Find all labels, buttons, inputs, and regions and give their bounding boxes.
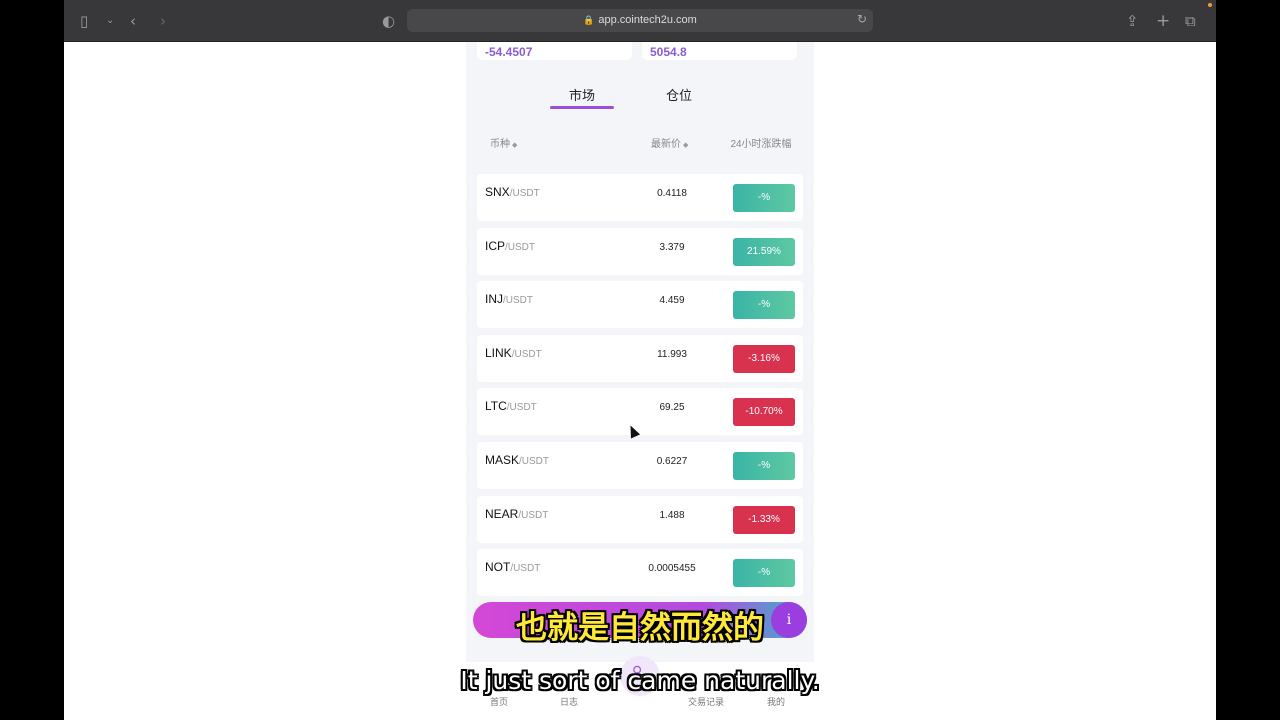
symbol-text: NOT [485,560,511,575]
reload-icon[interactable]: ↻ [857,12,867,26]
change-badge[interactable]: -% [733,559,795,588]
forward-icon[interactable]: › [160,11,166,31]
quote-currency: /USDT [519,456,550,467]
market-row[interactable]: LINK/USDT 11.993 -3.16% [477,334,803,382]
change-badge[interactable]: -10.70% [733,398,795,427]
market-row[interactable]: LTC/USDT 69.25 -10.70% [477,388,803,436]
last-price: 69.25 [659,402,685,414]
symbol-text: LTC [485,399,507,414]
symbol-text: SNX [485,185,510,199]
tab-bar: 市场 仓位 [466,82,814,112]
symbol-text: INJ [485,292,503,307]
coin-symbol: ICP/USDT [485,239,535,253]
quote-currency: /USDT [518,509,549,521]
market-row[interactable]: SNX/USDT 0.4118 -% [477,174,803,221]
summary-right-value: 5054.8 [650,45,687,59]
tab-position[interactable]: 仓位 [666,85,692,104]
quote-currency: /USDT [503,295,533,307]
lock-icon: 🔒 [583,15,595,25]
sort-icon: ◆ [683,142,689,149]
symbol-text: ICP [485,238,506,253]
nav-mine[interactable]: 我的 [767,695,785,708]
change-badge[interactable]: -% [733,291,795,320]
last-price: 0.6227 [656,456,688,467]
coin-symbol: NOT/USDT [485,560,540,574]
last-price: 3.379 [659,241,685,253]
market-row[interactable]: ICP/USDT 3.379 21.59% [477,227,803,275]
market-row[interactable]: NOT/USDT 0.0005455 -% [477,549,803,597]
last-price: 4.459 [659,295,685,307]
summary-card-left: -54.4507 [477,42,632,60]
browser-toolbar: ▯ ⌄ ‹ › ◐ 🔒 app.cointech2u.com ↻ ⇪ + ⧉ [64,0,1216,42]
symbol-text: MASK [485,453,520,467]
header-change[interactable]: 24小时涨跌幅 [730,138,792,152]
change-badge[interactable]: 21.59% [733,237,795,266]
back-icon[interactable]: ‹ [130,11,136,31]
header-price[interactable]: 最新价 ◆ [651,138,688,153]
url-display[interactable]: 🔒 app.cointech2u.com [407,9,873,32]
change-badge[interactable]: -3.16% [733,344,795,373]
share-icon[interactable]: ⇪ [1126,11,1139,31]
summary-left-value: -54.4507 [485,45,533,59]
market-row[interactable]: INJ/USDT 4.459 -% [477,281,803,329]
change-badge[interactable]: -% [733,452,795,480]
url-text: app.cointech2u.com [598,14,697,26]
active-tab-indicator [550,106,614,109]
change-badge[interactable]: -% [733,184,795,212]
last-price: 11.993 [657,348,687,360]
symbol-text: LINK [485,345,512,360]
sort-icon: ◆ [512,142,518,149]
coin-symbol: LTC/USDT [485,399,537,413]
quote-currency: /USDT [509,188,540,199]
coin-symbol: LINK/USDT [485,346,542,360]
tab-market[interactable]: 市场 [569,85,595,104]
coin-symbol: MASK/USDT [485,453,549,467]
nav-log[interactable]: 日志 [560,695,578,708]
shield-icon[interactable]: ◐ [382,11,395,31]
plus-icon[interactable]: + [1156,11,1170,31]
header-coin[interactable]: 币种 ◆ [490,138,517,153]
market-row[interactable]: NEAR/USDT 1.488 -1.33% [477,495,803,543]
coin-symbol: INJ/USDT [485,292,533,306]
quote-currency: /USDT [505,241,536,253]
tabs-icon[interactable]: ⧉ [1185,11,1196,31]
chevron-down-icon[interactable]: ⌄ [106,11,114,31]
last-price: 0.0005455 [648,563,696,575]
change-badge[interactable]: -1.33% [733,505,795,534]
coin-symbol: NEAR/USDT [485,507,548,521]
header-change-label: 24小时涨跌幅 [730,139,792,150]
notification-dot [1208,3,1212,7]
last-price: 0.4118 [657,188,687,199]
market-row[interactable]: MASK/USDT 0.6227 -% [477,442,803,489]
address-bar[interactable]: 🔒 app.cointech2u.com ↻ [407,9,873,32]
header-coin-label: 币种 [490,139,510,150]
nav-home[interactable]: 首页 [490,695,508,708]
nav-trade-records[interactable]: 交易记录 [688,695,724,708]
subtitle-chinese: 也就是自然而然的 [516,610,764,646]
quote-currency: /USDT [511,348,542,360]
subtitle-english: It just sort of came naturally. [460,666,820,695]
header-price-label: 最新价 [651,139,681,150]
last-price: 1.488 [659,509,685,521]
quote-currency: /USDT [506,402,537,414]
summary-card-right: 5054.8 [642,42,797,60]
coin-symbol: SNX/USDT [485,185,540,199]
symbol-text: NEAR [485,506,519,521]
sidebar-icon[interactable]: ▯ [80,11,88,31]
quote-currency: /USDT [510,563,541,575]
